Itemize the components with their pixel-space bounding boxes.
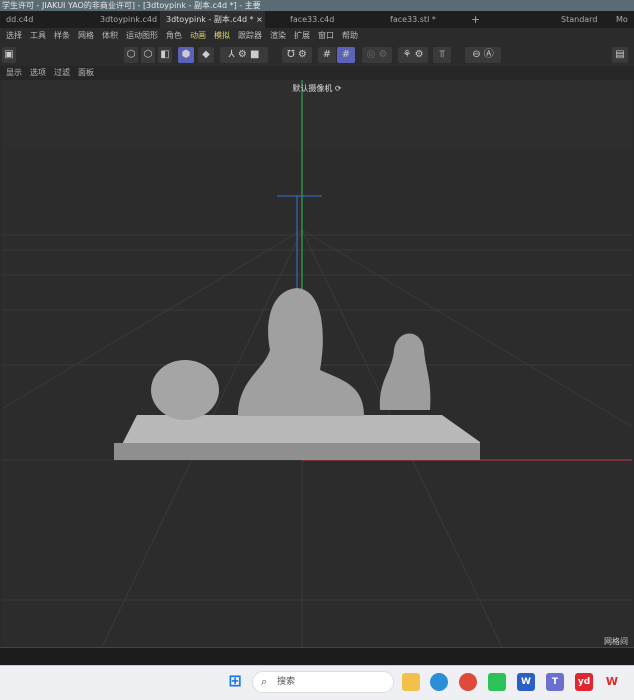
viewport-menu: 显示 选项 过滤 面板 (0, 66, 634, 80)
viewport-scene (0, 80, 634, 648)
menu-options[interactable]: 选项 (30, 66, 46, 80)
menu-render[interactable]: 渲染 (270, 28, 286, 44)
toolbar: ▣ ⬡ ⬡ ◧ ⬢ ◆ ⅄ ⚙ ■ Ʊ ⚙ # # ◎ ⚙ ⚘ ⚙ ⫪ ⊖ Ⓐ … (0, 44, 634, 66)
menu-window[interactable]: 窗口 (318, 28, 334, 44)
search-icon: ⌕ (261, 675, 268, 688)
menu-spline[interactable]: 样条 (54, 28, 70, 44)
tab-dd[interactable]: dd.c4d (0, 11, 80, 28)
tab-label: 3dtoypink - 副本.c4d * (166, 15, 254, 24)
tab-face33-stl[interactable]: face33.stl * (365, 11, 465, 28)
wps-icon[interactable]: W (603, 673, 621, 691)
file-explorer-icon[interactable] (402, 673, 420, 691)
snap-icon[interactable]: Ʊ ⚙ (282, 47, 312, 63)
status-bar (0, 647, 634, 665)
render-icons[interactable]: ⊖ Ⓐ (465, 47, 501, 63)
align-icon[interactable]: ⫪ (433, 47, 451, 63)
teams-icon[interactable]: T (546, 673, 564, 691)
menu-select[interactable]: 选择 (6, 28, 22, 44)
menu-character[interactable]: 角色 (166, 28, 182, 44)
axis-tools-icon[interactable]: ⅄ ⚙ ■ (220, 47, 268, 63)
windows-start-icon[interactable]: ⊞ (226, 672, 244, 690)
menu-extensions[interactable]: 扩展 (294, 28, 310, 44)
menu-mesh[interactable]: 网格 (78, 28, 94, 44)
model-mode-icon[interactable]: ⬢ (178, 47, 194, 63)
edge-icon[interactable] (430, 673, 448, 691)
menu-volume[interactable]: 体积 (102, 28, 118, 44)
layout-more[interactable]: Mo (610, 11, 634, 28)
menu-tracker[interactable]: 跟踪器 (238, 28, 262, 44)
camera-label[interactable]: 默认摄像机 ⟳ (2, 83, 632, 94)
grid-icon[interactable]: # (318, 47, 336, 63)
menu-simulate[interactable]: 模拟 (214, 28, 230, 44)
window-title: 学生许可 - JIAKUI YAO的非商业许可] - [3dtoypink - … (0, 0, 634, 11)
menu-mograph[interactable]: 运动图形 (126, 28, 158, 44)
uv-mode-icon[interactable]: ◆ (198, 47, 214, 63)
menu-bar: 选择 工具 样条 网格 体积 运动图形 角色 动画 模拟 跟踪器 渲染 扩展 窗… (0, 28, 634, 44)
taskbar: ⊞ ⌕ 搜索 W T yd W (0, 665, 634, 700)
clapboard-icon[interactable]: ▤ (612, 47, 628, 63)
menu-filter[interactable]: 过滤 (54, 66, 70, 80)
wechat-icon[interactable] (488, 673, 506, 691)
close-icon[interactable]: × (256, 15, 263, 24)
menu-panel[interactable]: 面板 (78, 66, 94, 80)
search-placeholder: 搜索 (277, 677, 296, 687)
word-icon[interactable]: W (517, 673, 535, 691)
layout-standard[interactable]: Standard (555, 11, 610, 28)
object-icon[interactable]: ▣ (2, 47, 16, 63)
youdao-icon[interactable]: yd (575, 673, 593, 691)
menu-display[interactable]: 显示 (6, 66, 22, 80)
grid-spacing-label: 网格间 (604, 637, 628, 646)
edges-mode-icon[interactable]: ⬡ (141, 47, 155, 63)
soft-selection-icon[interactable]: ◎ ⚙ (362, 47, 392, 63)
symmetry-icon[interactable]: ⚘ ⚙ (398, 47, 428, 63)
menu-animate[interactable]: 动画 (190, 28, 206, 44)
3d-viewport[interactable]: 默认摄像机 ⟳ 网格间 (0, 80, 634, 648)
menu-tools[interactable]: 工具 (30, 28, 46, 44)
tab-3dtoypink[interactable]: 3dtoypink.c4d (80, 11, 160, 28)
polygons-mode-icon[interactable]: ◧ (158, 47, 172, 63)
taskbar-search[interactable]: ⌕ 搜索 (252, 671, 394, 693)
tab-3dtoypink-copy[interactable]: 3dtoypink - 副本.c4d * × (160, 11, 265, 28)
points-mode-icon[interactable]: ⬡ (124, 47, 138, 63)
menu-help[interactable]: 帮助 (342, 28, 358, 44)
workplane-icon[interactable]: # (337, 47, 355, 63)
document-tabs: dd.c4d 3dtoypink.c4d 3dtoypink - 副本.c4d … (0, 11, 634, 28)
chrome-icon[interactable] (459, 673, 477, 691)
new-tab-button[interactable]: + (465, 11, 555, 28)
tab-face33-c4d[interactable]: face33.c4d (265, 11, 365, 28)
